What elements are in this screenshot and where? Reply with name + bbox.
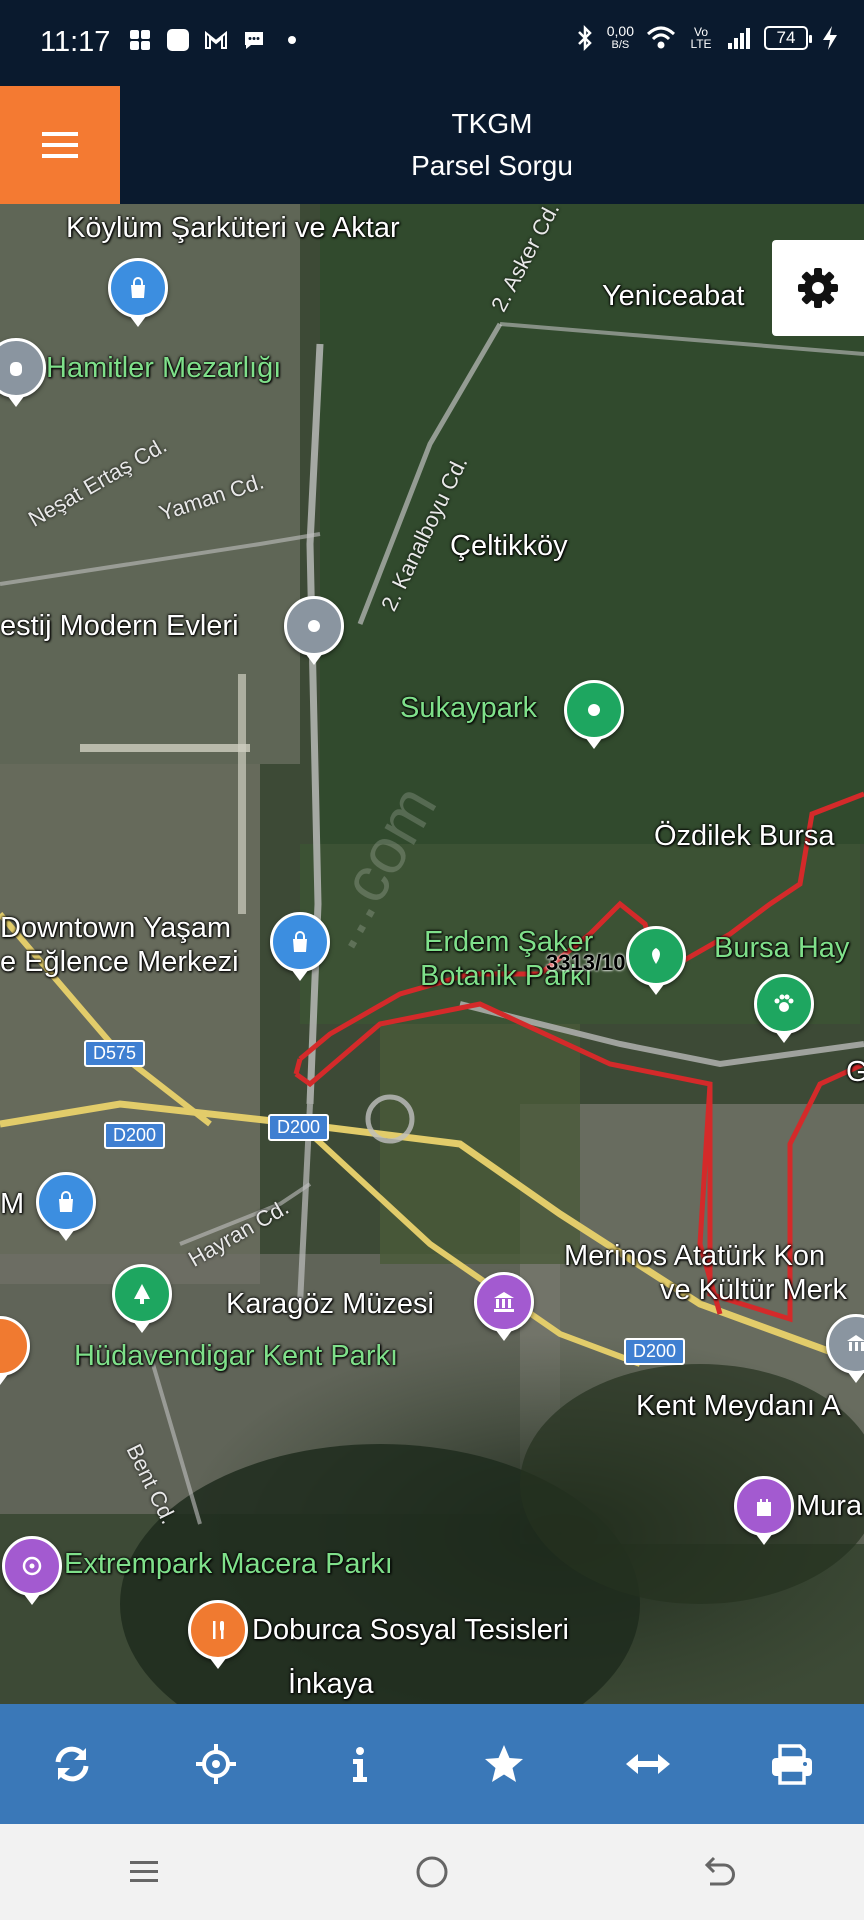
gear-icon: [798, 268, 838, 308]
measure-button[interactable]: [603, 1719, 693, 1809]
wifi-icon: [646, 26, 676, 49]
shopping-pin-icon[interactable]: [270, 912, 330, 972]
info-button[interactable]: [315, 1719, 405, 1809]
place-label[interactable]: Bursa Hay: [714, 932, 849, 965]
battery-indicator: 74: [764, 26, 812, 50]
place-label[interactable]: Yeniceabat: [602, 280, 744, 313]
recent-apps-button[interactable]: [104, 1832, 184, 1912]
place-label[interactable]: Downtown Yaşam: [0, 912, 231, 945]
place-label[interactable]: Karagöz Müzesi: [226, 1288, 434, 1321]
shopping-pin-icon[interactable]: [108, 258, 168, 318]
bluetooth-icon: [577, 24, 592, 52]
place-label[interactable]: Hamitler Mezarlığı: [46, 352, 281, 385]
home-button[interactable]: [392, 1832, 472, 1912]
satellite-map[interactable]: ...com Köylüm Şarküteri ve Aktar Hamitle…: [0, 204, 864, 1704]
info-icon: [353, 1747, 367, 1782]
dot-icon: [288, 36, 296, 44]
place-label[interactable]: e Eğlence Merkezi: [0, 946, 239, 979]
parcel-number-label[interactable]: 3313/10: [546, 950, 626, 976]
net-speed-unit: B/S: [611, 39, 630, 51]
place-label[interactable]: Özdilek Bursa: [654, 820, 835, 853]
place-label[interactable]: G: [846, 1056, 864, 1089]
net-speed: 0,00 B/S: [607, 24, 634, 52]
locate-icon: [196, 1744, 236, 1784]
zoo-pin-icon[interactable]: [754, 974, 814, 1034]
charging-icon: [823, 26, 837, 50]
battery-level: 74: [776, 28, 796, 47]
park-tree-pin-icon[interactable]: [112, 1264, 172, 1324]
place-label[interactable]: Merinos Atatürk Kon: [564, 1240, 825, 1273]
measure-icon: [626, 1754, 670, 1774]
signal-icon: [728, 28, 750, 49]
shopping-pin-icon[interactable]: [36, 1172, 96, 1232]
status-time: 11:17: [40, 26, 111, 58]
system-navigation-bar: [0, 1824, 864, 1920]
settings-button[interactable]: [772, 240, 864, 336]
gmail-icon: [205, 30, 227, 49]
place-label[interactable]: estij Modern Evleri: [0, 610, 239, 643]
highway-shield: D200: [104, 1122, 166, 1149]
notification-icons: [128, 28, 304, 52]
castle-pin-icon[interactable]: [734, 1476, 794, 1536]
place-label[interactable]: ve Kültür Merk: [660, 1274, 847, 1307]
chat-icon: [245, 32, 263, 49]
status-bar: 11:17 0,00 B/S Vo LTE 74: [0, 0, 864, 86]
locate-button[interactable]: [171, 1719, 261, 1809]
bottom-toolbar: [0, 1704, 864, 1824]
place-label[interactable]: Mura: [796, 1490, 862, 1523]
net-speed-value: 0,00: [606, 23, 634, 39]
highway-shield: D200: [624, 1338, 686, 1365]
home-icon: [416, 1856, 448, 1888]
place-label[interactable]: Köylüm Şarküteri ve Aktar: [66, 212, 400, 245]
place-label[interactable]: İnkaya: [288, 1668, 373, 1701]
print-button[interactable]: [747, 1719, 837, 1809]
place-label[interactable]: Doburca Sosyal Tesisleri: [252, 1614, 569, 1647]
place-label[interactable]: Hüdavendigar Kent Parkı: [74, 1340, 398, 1373]
place-label[interactable]: M: [0, 1188, 24, 1221]
app-subtitle: Parsel Sorgu: [411, 150, 573, 181]
hamburger-menu-button[interactable]: [0, 86, 120, 204]
refresh-button[interactable]: [27, 1719, 117, 1809]
highway-shield: D200: [268, 1114, 330, 1141]
restaurant-pin-icon[interactable]: [188, 1600, 248, 1660]
highway-shield: D575: [84, 1040, 146, 1067]
back-icon: [704, 1856, 735, 1886]
park-pin-icon[interactable]: [564, 680, 624, 740]
app-title: TKGM: [451, 108, 533, 139]
place-label[interactable]: Kent Meydanı A: [636, 1390, 841, 1423]
park-pin-icon[interactable]: [626, 926, 686, 986]
refresh-icon: [55, 1746, 89, 1782]
place-pin-icon[interactable]: [284, 596, 344, 656]
place-label[interactable]: Extrempark Macera Parkı: [64, 1548, 393, 1581]
star-icon: [485, 1745, 523, 1782]
app-header: TKGM Parsel Sorgu: [0, 86, 864, 204]
amusement-pin-icon[interactable]: [2, 1536, 62, 1596]
print-icon: [772, 1744, 812, 1785]
museum-pin-icon[interactable]: [474, 1272, 534, 1332]
square-app-icon: [167, 29, 189, 51]
place-label[interactable]: Çeltikköy: [450, 530, 568, 563]
volte-label: Vo LTE: [690, 25, 712, 51]
place-label[interactable]: Sukaypark: [400, 692, 537, 725]
recent-apps-icon: [130, 1861, 158, 1882]
system-icons: 0,00 B/S Vo LTE 74: [575, 24, 840, 52]
hamburger-icon: [42, 132, 78, 158]
grid-app-icon: [130, 30, 150, 50]
back-button[interactable]: [680, 1832, 760, 1912]
favorite-button[interactable]: [459, 1719, 549, 1809]
